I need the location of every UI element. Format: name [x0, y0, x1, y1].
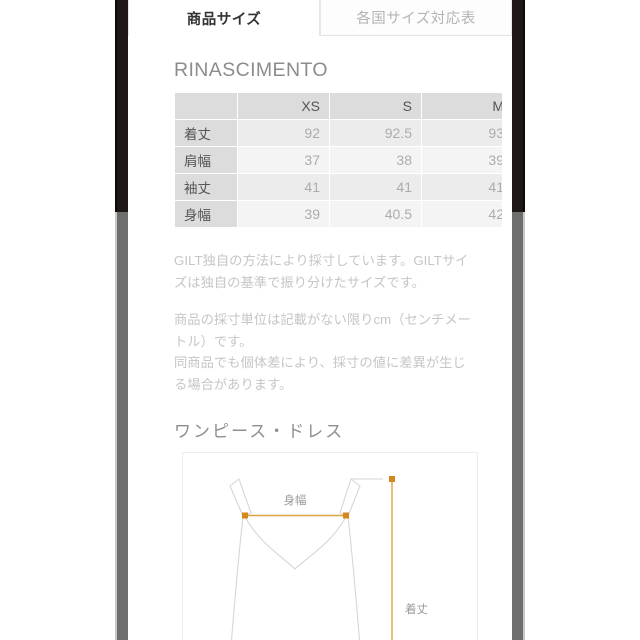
table-row: 袖丈 41 41 41 [175, 174, 502, 200]
size-column-header-s: S [330, 93, 421, 119]
measure-width-group: 身幅 [242, 493, 349, 519]
tab-international-size-chart-label: 各国サイズ対応表 [356, 10, 476, 27]
cell-mihaba-m: 42 [422, 201, 502, 227]
tab-product-size-label: 商品サイズ [186, 11, 262, 28]
cell-katahaba-s: 38 [330, 147, 421, 173]
cell-sodetake-xs: 41 [238, 174, 329, 200]
phone-screen: 商品サイズ 各国サイズ対応表 RINASCIMENTO XS S M 着丈 92… [128, 0, 512, 640]
content-area: RINASCIMENTO XS S M 着丈 92 92.5 93 肩幅 37 … [128, 59, 512, 640]
brand-name: RINASCIMENTO [174, 59, 328, 81]
cell-mihaba-xs: 39 [238, 201, 329, 227]
measure-length-point-top [389, 476, 395, 483]
letterbox-right [525, 0, 640, 640]
cell-kitake-m: 93 [422, 120, 502, 146]
note-paragraph-3: 同商品でも個体差により、採寸の値に差異が生じる場合があります。 [174, 355, 466, 392]
size-table-corner-cell [175, 93, 237, 119]
cell-mihaba-s: 40.5 [330, 201, 421, 227]
cell-sodetake-s: 41 [330, 174, 421, 200]
letterbox-left [0, 0, 115, 640]
row-header-sodetake: 袖丈 [175, 174, 237, 200]
bezel-dark-right [512, 0, 525, 212]
size-column-header-m: M [422, 93, 502, 119]
dress-diagram-container: 身幅 着丈 [182, 452, 478, 640]
size-table: XS S M 着丈 92 92.5 93 肩幅 37 38 39 袖丈 41 4… [174, 92, 502, 228]
row-header-kitake: 着丈 [175, 120, 237, 146]
bezel-dark-left [115, 0, 128, 212]
device-bezel-right [512, 0, 525, 640]
bezel-light-right [512, 212, 525, 640]
table-row: 身幅 39 40.5 42 [175, 201, 502, 227]
cell-katahaba-xs: 37 [238, 147, 329, 173]
size-table-header-row: XS S M [175, 93, 502, 119]
size-table-body: 着丈 92 92.5 93 肩幅 37 38 39 袖丈 41 41 41 身幅… [175, 120, 502, 227]
row-header-katahaba: 肩幅 [175, 147, 237, 173]
size-table-scroller[interactable]: XS S M 着丈 92 92.5 93 肩幅 37 38 39 袖丈 41 4… [174, 92, 502, 228]
note-paragraph-1: GILT独自の方法により採寸しています。GILTサイズは独自の基準で振り分けたサ… [174, 253, 469, 290]
measure-length-group: 着丈 [389, 476, 428, 640]
table-row: 肩幅 37 38 39 [175, 147, 502, 173]
cell-kitake-xs: 92 [238, 120, 329, 146]
dress-measurement-diagram: 身幅 着丈 [229, 476, 428, 640]
device-bezel-left [115, 0, 128, 640]
bezel-light-left [115, 212, 128, 640]
row-header-mihaba: 身幅 [175, 201, 237, 227]
diagram-heading: ワンピース・ドレス [174, 422, 345, 442]
measurement-notes: GILT独自の方法により採寸しています。GILTサイズは独自の基準で振り分けたサ… [174, 250, 474, 395]
cell-kitake-s: 92.5 [330, 120, 421, 146]
table-row: 着丈 92 92.5 93 [175, 120, 502, 146]
measure-width-point-left [242, 512, 248, 519]
cell-katahaba-m: 39 [422, 147, 502, 173]
tab-product-size[interactable]: 商品サイズ [128, 0, 320, 36]
tab-bar: 商品サイズ 各国サイズ対応表 [128, 0, 512, 36]
measure-length-label: 着丈 [405, 602, 428, 616]
size-column-header-xs: XS [238, 93, 329, 119]
screenshot-root: 商品サイズ 各国サイズ対応表 RINASCIMENTO XS S M 着丈 92… [0, 0, 640, 640]
measure-width-point-right [343, 512, 349, 519]
size-table-head: XS S M [175, 93, 502, 119]
tab-international-size-chart[interactable]: 各国サイズ対応表 [320, 0, 512, 36]
measure-width-label: 身幅 [284, 493, 307, 507]
note-paragraph-2: 商品の採寸単位は記載がない限りcm（センチメートル）です。 [174, 312, 471, 349]
cell-sodetake-m: 41 [422, 174, 502, 200]
